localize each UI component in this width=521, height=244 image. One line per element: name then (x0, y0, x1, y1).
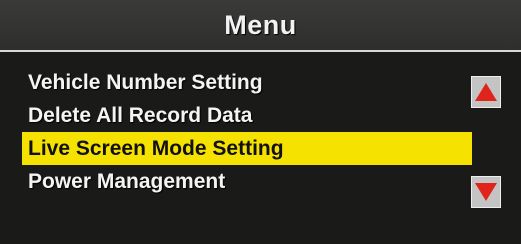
menu-item-power-management[interactable]: Power Management (22, 165, 472, 198)
triangle-down-icon (475, 183, 497, 201)
menu-area: Vehicle Number Setting Delete All Record… (0, 52, 521, 244)
scroll-down-button[interactable] (471, 176, 501, 208)
menu-list: Vehicle Number Setting Delete All Record… (22, 66, 472, 198)
triangle-up-icon (475, 83, 497, 101)
scroll-up-button[interactable] (471, 76, 501, 108)
menu-item-delete-all-record-data[interactable]: Delete All Record Data (22, 99, 472, 132)
menu-item-vehicle-number-setting[interactable]: Vehicle Number Setting (22, 66, 472, 99)
page-title: Menu (224, 9, 297, 40)
title-bar: Menu (0, 0, 521, 52)
menu-screen: Menu Vehicle Number Setting Delete All R… (0, 0, 521, 244)
menu-item-live-screen-mode-setting[interactable]: Live Screen Mode Setting (22, 132, 472, 165)
